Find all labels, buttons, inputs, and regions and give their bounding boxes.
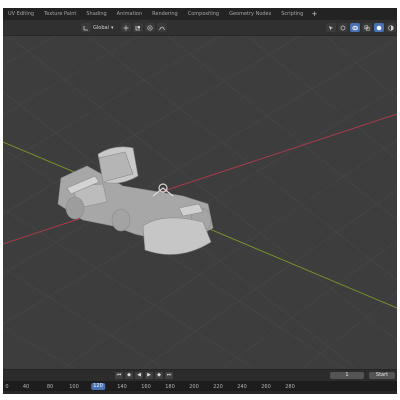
- jump-keyframe-forward-icon[interactable]: ◆: [155, 372, 163, 379]
- orientation-group: Global ▾: [81, 23, 113, 32]
- add-workspace-button[interactable]: +: [308, 8, 320, 20]
- shading-solid-icon[interactable]: [374, 23, 384, 32]
- orientation-dropdown[interactable]: Global: [93, 25, 109, 31]
- timeline-ruler[interactable]: 0 40 80 100 120 140 160 180 200 220 240 …: [3, 381, 397, 394]
- proportional-icon[interactable]: [145, 23, 155, 32]
- 3d-viewport[interactable]: [3, 36, 397, 368]
- orientation-icon: [81, 23, 91, 32]
- ruler-tick: 160: [141, 384, 151, 390]
- gizmo-icon[interactable]: [338, 23, 348, 32]
- tab-uv-editing[interactable]: UV Editing: [3, 8, 39, 20]
- current-frame-field[interactable]: 1: [330, 372, 364, 379]
- current-frame-marker[interactable]: 120: [91, 383, 105, 390]
- ruler-tick: 140: [117, 384, 127, 390]
- xray-icon[interactable]: [362, 23, 372, 32]
- jump-start-icon[interactable]: ⏮: [115, 372, 123, 379]
- blender-window: UV Editing Texture Paint Shading Animati…: [3, 8, 397, 394]
- ruler-tick: 260: [261, 384, 271, 390]
- ruler-tick: 280: [285, 384, 295, 390]
- workspace-tabs: UV Editing Texture Paint Shading Animati…: [3, 8, 397, 20]
- ruler-tick: 200: [189, 384, 199, 390]
- ruler-tick: 220: [213, 384, 223, 390]
- keyframe-track[interactable]: [3, 391, 397, 394]
- tab-rendering[interactable]: Rendering: [147, 8, 183, 20]
- viewport-canvas[interactable]: [3, 36, 397, 368]
- tab-geometry-nodes[interactable]: Geometry Nodes: [224, 8, 276, 20]
- selectability-icon[interactable]: [326, 23, 336, 32]
- falloff-icon[interactable]: [157, 23, 167, 32]
- ruler-tick: 80: [46, 384, 54, 390]
- ruler-tick: 100: [69, 384, 79, 390]
- chevron-down-icon[interactable]: ▾: [111, 25, 114, 31]
- playback-bar: ⏮ ◆ ◀ ▶ ◆ ⏭ 1 Start: [3, 369, 397, 381]
- ruler-tick: 240: [237, 384, 247, 390]
- overlay-icon[interactable]: [350, 23, 360, 32]
- transform-group: [121, 23, 167, 32]
- play-icon[interactable]: ▶: [145, 372, 153, 379]
- snap-icon[interactable]: [133, 23, 143, 32]
- move-icon[interactable]: [121, 23, 131, 32]
- tab-compositing[interactable]: Compositing: [183, 8, 224, 20]
- shading-material-icon[interactable]: [386, 23, 396, 32]
- ruler-tick: 180: [165, 384, 175, 390]
- jump-end-icon[interactable]: ⏭: [165, 372, 173, 379]
- start-frame-field[interactable]: Start: [369, 372, 395, 379]
- tab-shading[interactable]: Shading: [81, 8, 111, 20]
- jump-keyframe-back-icon[interactable]: ◆: [125, 372, 133, 379]
- viewport-header: Global ▾: [3, 20, 397, 36]
- tab-animation[interactable]: Animation: [112, 8, 148, 20]
- play-reverse-icon[interactable]: ◀: [135, 372, 143, 379]
- ruler-tick: 40: [22, 384, 30, 390]
- tab-scripting[interactable]: Scripting: [276, 8, 308, 20]
- tab-texture-paint[interactable]: Texture Paint: [39, 8, 81, 20]
- playback-controls: ⏮ ◆ ◀ ▶ ◆ ⏭: [115, 372, 173, 379]
- viewport-display-group: [326, 23, 397, 32]
- ruler-tick: 0: [5, 384, 9, 390]
